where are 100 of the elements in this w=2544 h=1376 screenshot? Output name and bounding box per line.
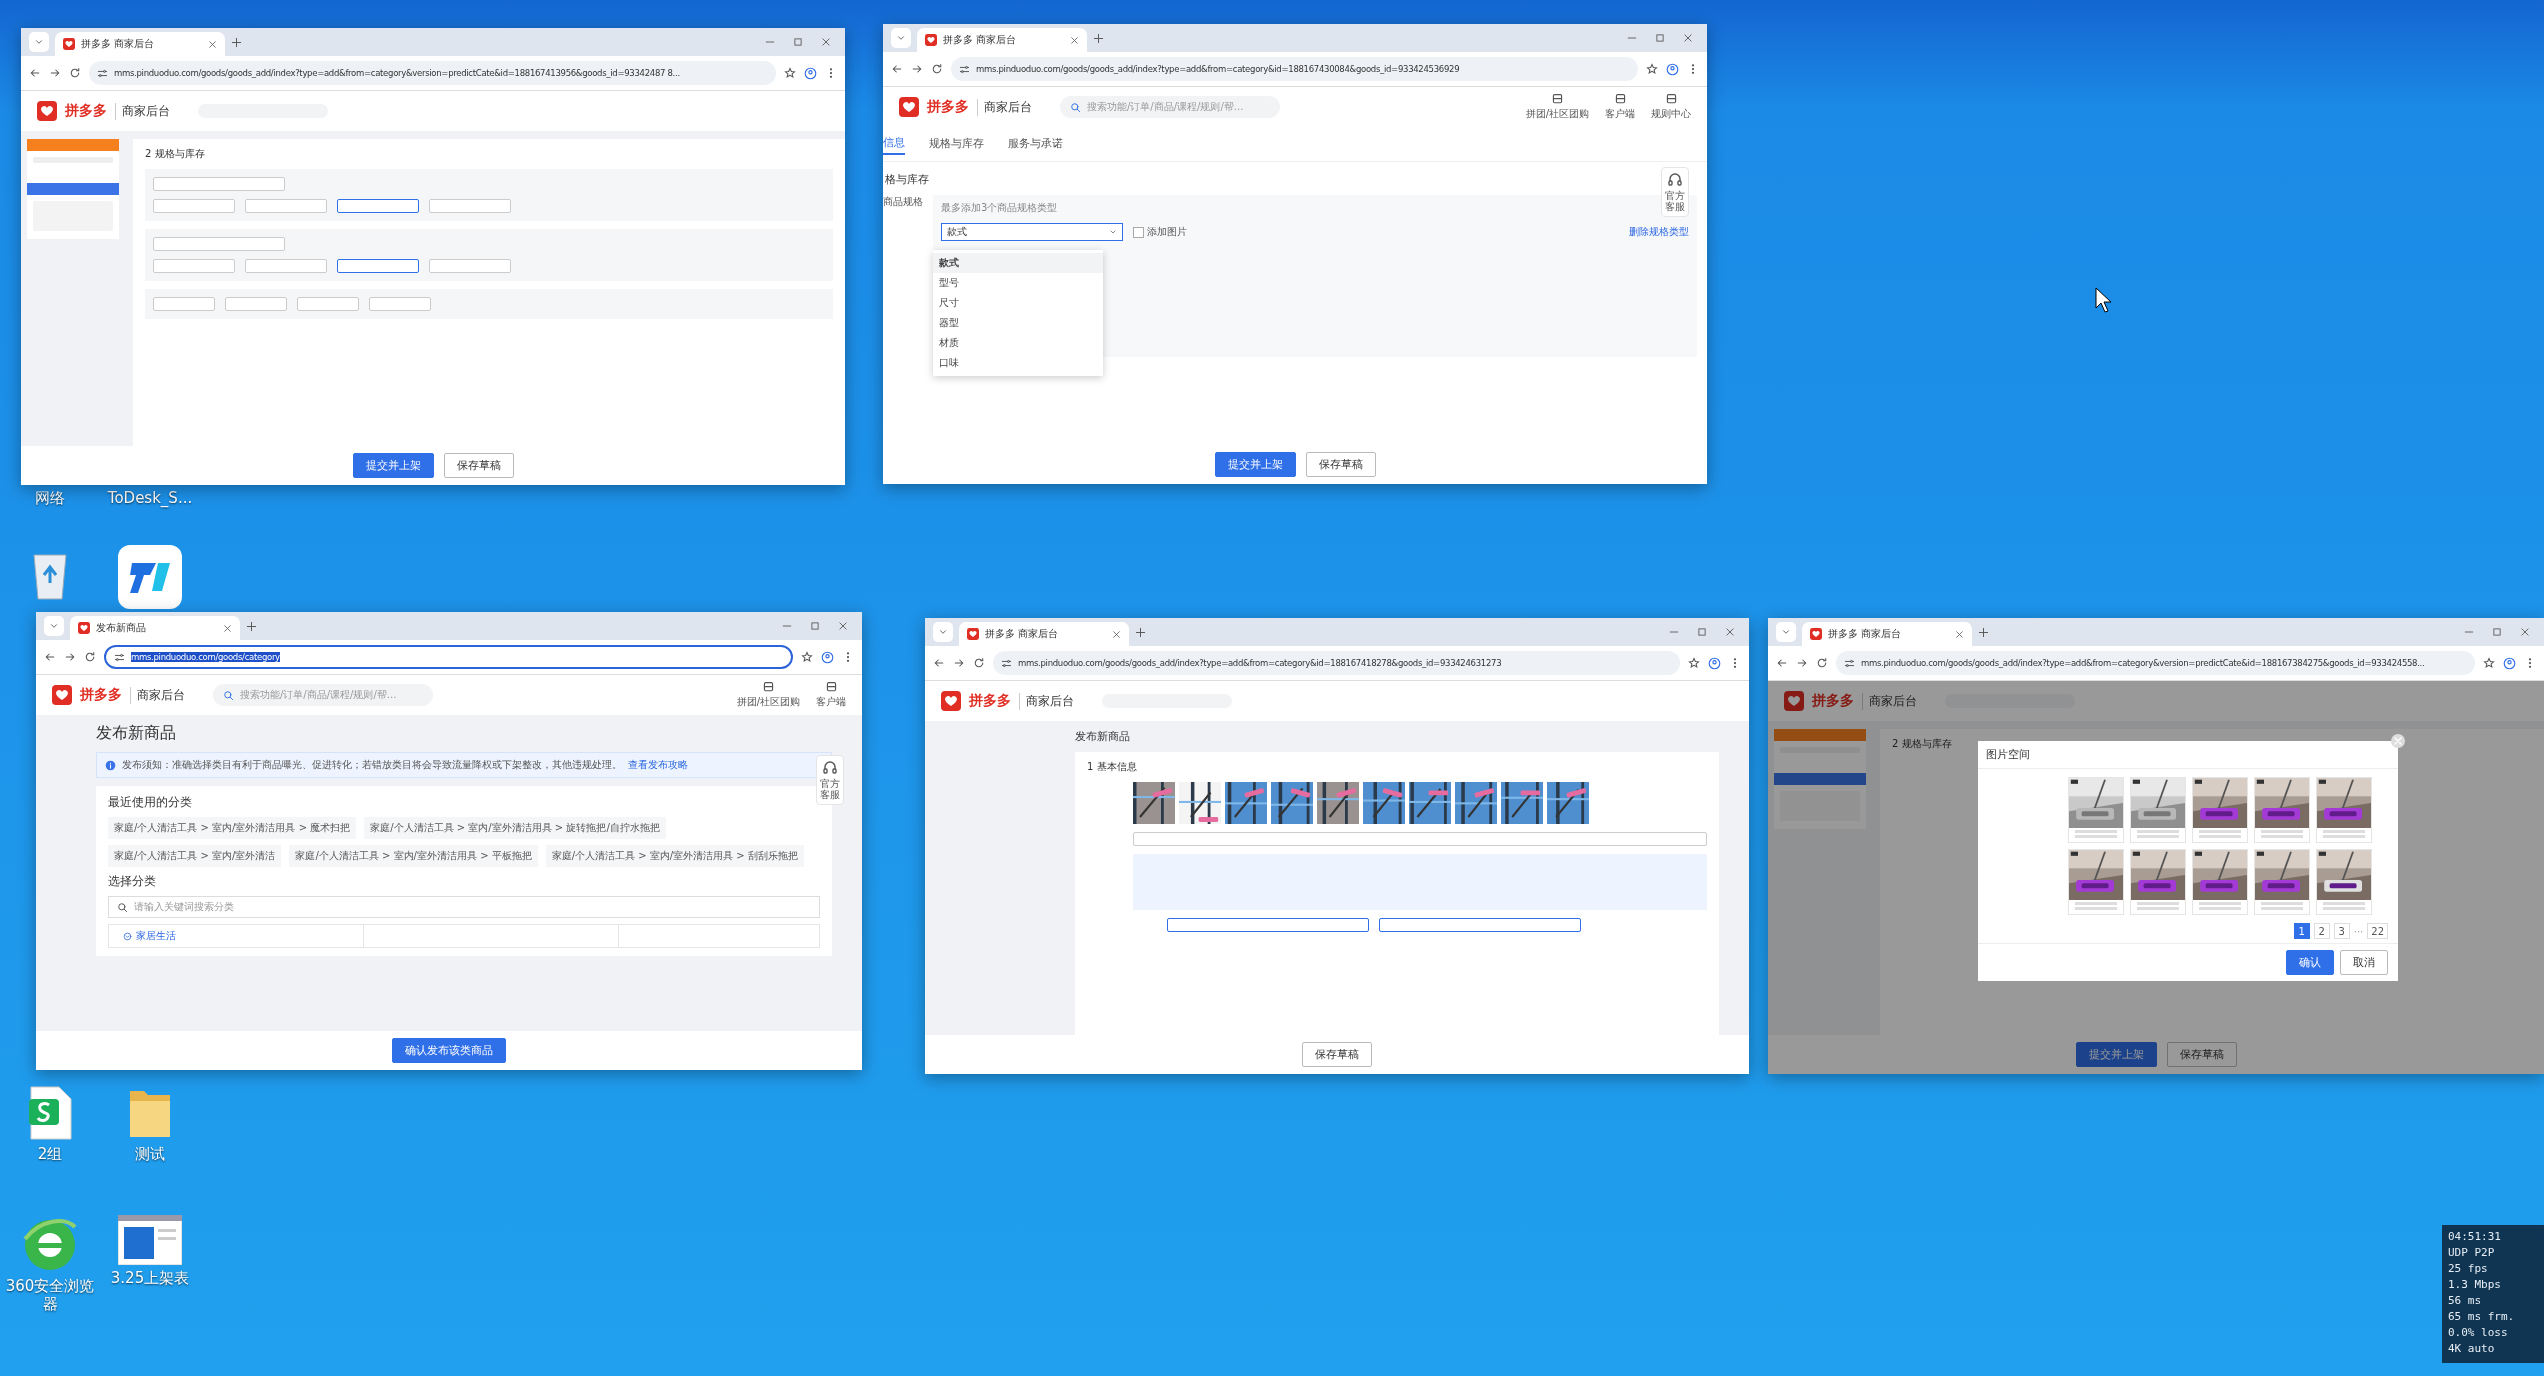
site-info-icon[interactable]	[1001, 657, 1012, 669]
section-tab[interactable]: 信息	[883, 135, 905, 155]
star-icon[interactable]	[801, 651, 813, 663]
maximize-icon[interactable]	[810, 621, 820, 631]
forward-icon[interactable]	[911, 63, 923, 75]
maximize-icon[interactable]	[1697, 627, 1707, 637]
form-field[interactable]	[1379, 918, 1581, 932]
close-icon[interactable]	[2390, 733, 2406, 749]
action-button[interactable]: 提交并上架	[1214, 452, 1296, 477]
profile-icon[interactable]	[804, 66, 817, 80]
form-field[interactable]	[337, 259, 419, 273]
image-card[interactable]	[2068, 849, 2124, 915]
close-icon[interactable]	[821, 37, 831, 47]
header-link[interactable]: 规则中心	[1651, 93, 1691, 121]
forward-icon[interactable]	[1796, 657, 1808, 669]
todesk-icon[interactable]	[118, 545, 182, 609]
plus-icon[interactable]	[1978, 626, 1989, 638]
action-button[interactable]: 保存草稿	[2166, 1042, 2237, 1067]
browser-window[interactable]: 拼多多 商家后台 mms.pinduoduo.com/goods/goods_add/index?type=add&from=category&version=predictCate&id=188167413956&goods_id=93342487 8... 拼多多 商家后台 2 规格与库存 提交并上架 保存草稿	[21, 28, 845, 485]
browser-tab[interactable]: 拼多多 商家后台	[1802, 622, 1972, 646]
plus-icon[interactable]	[231, 36, 242, 48]
form-field[interactable]	[369, 297, 431, 311]
profile-icon[interactable]	[1708, 656, 1721, 670]
form-field[interactable]	[153, 199, 235, 213]
plus-icon[interactable]	[1093, 32, 1104, 44]
form-field[interactable]	[153, 259, 235, 273]
dropdown-option[interactable]: 口味	[933, 353, 1103, 373]
delete-link[interactable]: 删除规格类型	[1629, 225, 1689, 239]
document-thumbnail-icon[interactable]	[118, 1215, 182, 1265]
form-field[interactable]	[337, 199, 419, 213]
site-info-icon[interactable]	[114, 651, 125, 663]
browser-tab[interactable]: 拼多多 商家后台	[917, 28, 1087, 52]
forward-icon[interactable]	[49, 67, 61, 79]
form-field[interactable]	[429, 259, 511, 273]
form-field[interactable]	[1133, 832, 1707, 846]
page-button[interactable]: 1	[2293, 923, 2310, 939]
action-button[interactable]: 提交并上架	[2075, 1042, 2157, 1067]
header-link[interactable]: 客户端	[1605, 93, 1635, 121]
back-icon[interactable]	[1776, 657, 1788, 669]
dropdown-option[interactable]: 型号	[933, 273, 1103, 293]
site-info-icon[interactable]	[97, 67, 108, 79]
address-bar[interactable]: mms.pinduoduo.com/goods/goods_add/index?type=add&from=category&version=predictCate&id=188167384275&goods_id=933424558...	[1836, 651, 2475, 675]
browser-window[interactable]: 拼多多 商家后台 mms.pinduoduo.com/goods/goods_add/index?type=add&from=category&id=188167418278&goods_id=933424631273 拼多多 商家后台 发布新商品 1 基本信息 保存草稿	[925, 618, 1749, 1074]
dropdown-option[interactable]: 尺寸	[933, 293, 1103, 313]
browser-window[interactable]: 拼多多 商家后台 mms.pinduoduo.com/goods/goods_add/index?type=add&from=category&version=predictCate&id=188167384275&goods_id=933424558... 拼多多 商家后台 2 规格与库存 提交并上架 保存草稿 图片空间 1 2 3 ··· 22 确认 取消	[1768, 618, 2544, 1074]
maximize-icon[interactable]	[2492, 627, 2502, 637]
address-bar[interactable]: mms.pinduoduo.com/goods/goods_add/index?type=add&from=category&id=188167430084&goods_id=933424536929	[951, 57, 1638, 81]
reload-icon[interactable]	[1816, 657, 1828, 669]
plus-icon[interactable]	[1135, 626, 1146, 638]
image-card[interactable]	[2068, 777, 2124, 843]
browser-tab[interactable]: 拼多多 商家后台	[959, 622, 1129, 646]
site-info-icon[interactable]	[959, 63, 970, 75]
image-card[interactable]	[2254, 777, 2310, 843]
form-field[interactable]	[153, 237, 285, 251]
dropdown-option[interactable]: 款式	[933, 253, 1103, 273]
image-card[interactable]	[2130, 849, 2186, 915]
form-field[interactable]	[225, 297, 287, 311]
close-icon[interactable]	[223, 623, 232, 633]
category-chip[interactable]: 家庭/个人清洁工具 > 室内/室外清洁用具 > 魔术扫把	[108, 817, 357, 839]
form-field[interactable]	[429, 199, 511, 213]
guide-link[interactable]: 查看发布攻略	[628, 758, 688, 772]
action-button[interactable]: 提交并上架	[352, 453, 434, 478]
address-bar[interactable]: mms.pinduoduo.com/goods/category	[104, 645, 793, 669]
address-bar[interactable]: mms.pinduoduo.com/goods/goods_add/index?type=add&from=category&id=188167418278&goods_id=933424631273	[993, 651, 1680, 675]
action-button[interactable]: 保存草稿	[443, 453, 514, 478]
address-bar[interactable]: mms.pinduoduo.com/goods/goods_add/index?type=add&from=category&version=predictCate&id=188167413956&goods_id=93342487 8...	[89, 61, 776, 85]
form-field[interactable]	[153, 177, 285, 191]
page-button[interactable]: 22	[2367, 923, 2388, 939]
star-icon[interactable]	[1688, 657, 1700, 669]
profile-icon[interactable]	[1666, 62, 1679, 76]
page-button[interactable]: 2	[2313, 923, 2330, 939]
reload-icon[interactable]	[69, 67, 81, 79]
profile-icon[interactable]	[2503, 656, 2516, 670]
close-icon[interactable]	[1955, 629, 1964, 639]
customer-service-widget[interactable]: 官方客服	[1661, 167, 1689, 217]
star-icon[interactable]	[1646, 63, 1658, 75]
site-info-icon[interactable]	[1844, 657, 1855, 669]
browser-window[interactable]	[36, 612, 862, 1070]
image-card[interactable]	[2192, 777, 2248, 843]
browser-tab[interactable]: 拼多多 商家后台	[55, 32, 225, 56]
image-card[interactable]	[2254, 849, 2310, 915]
spreadsheet-icon[interactable]	[27, 1085, 73, 1141]
form-field[interactable]	[245, 259, 327, 273]
close-icon[interactable]	[208, 39, 217, 49]
star-icon[interactable]	[784, 67, 796, 79]
image-card[interactable]	[2192, 849, 2248, 915]
category-chip[interactable]: 家庭/个人清洁工具 > 室内/室外清洁用具 > 旋转拖把/自拧水拖把	[364, 817, 666, 839]
reload-icon[interactable]	[931, 63, 943, 75]
reload-icon[interactable]	[84, 651, 96, 663]
header-link[interactable]: 客户端	[816, 681, 846, 709]
dropdown-option[interactable]: 器型	[933, 313, 1103, 333]
forward-icon[interactable]	[953, 657, 965, 669]
star-icon[interactable]	[2483, 657, 2495, 669]
cancel-button[interactable]: 取消	[2340, 950, 2388, 975]
category-chip[interactable]: 家庭/个人清洁工具 > 室内/室外清洁用具 > 刮刮乐拖把	[545, 845, 804, 867]
header-link[interactable]: 拼团/社区团购	[736, 681, 800, 709]
close-icon[interactable]	[2520, 627, 2530, 637]
back-icon[interactable]	[29, 67, 41, 79]
category-chip[interactable]: 家庭/个人清洁工具 > 室内/室外清洁用具 > 平板拖把	[289, 845, 538, 867]
maximize-icon[interactable]	[793, 37, 803, 47]
